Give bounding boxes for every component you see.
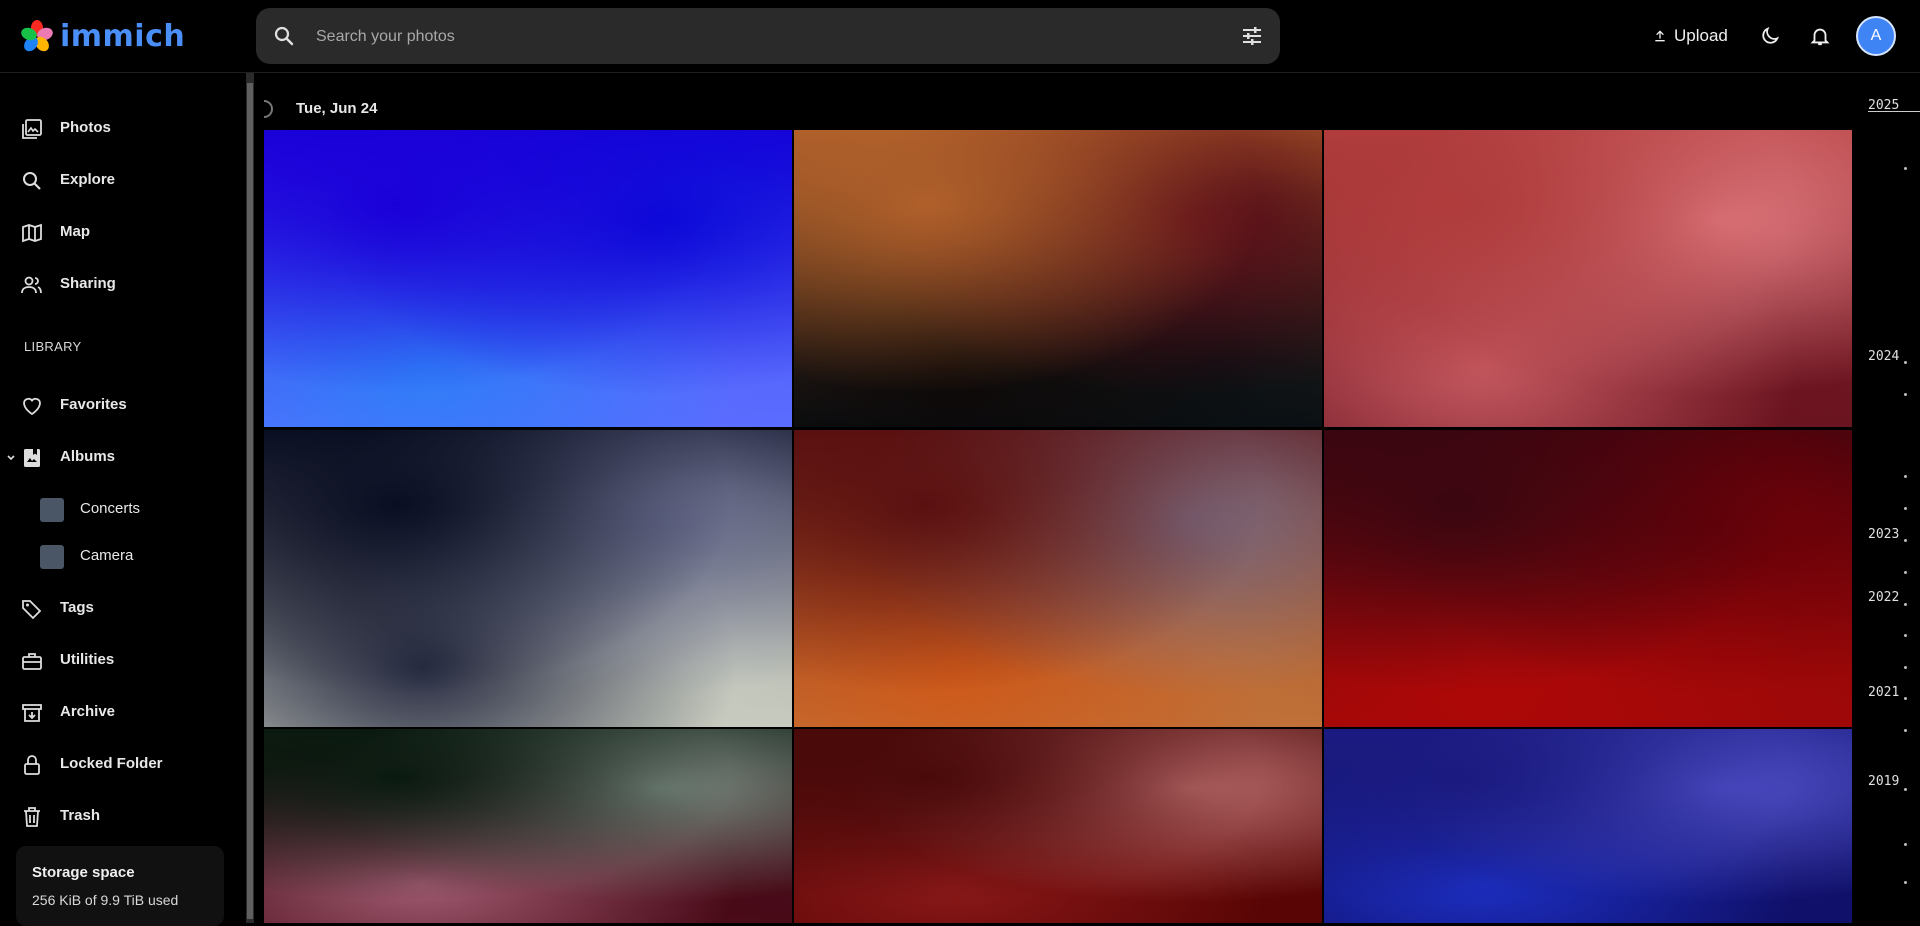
sidebar-item-sharing[interactable]: Sharing [0, 263, 240, 307]
storage-usage: 256 KiB of 9.9 TiB used [32, 892, 179, 908]
timeline-dot[interactable] [1904, 571, 1907, 574]
sidebar-item-archive[interactable]: Archive [0, 691, 240, 735]
toolbox-icon [22, 653, 42, 670]
theme-toggle-button[interactable] [1752, 18, 1788, 54]
avatar[interactable]: A [1856, 16, 1896, 56]
app-name: immich [60, 18, 186, 54]
sidebar: Photos Explore Map Sharing LIBRARY Favor… [0, 73, 246, 926]
scrollbar-thumb[interactable] [247, 83, 253, 919]
sidebar-item-label: Trash [60, 807, 101, 824]
timeline-dot[interactable] [1904, 361, 1907, 364]
photo-thumbnail[interactable] [264, 729, 792, 923]
timeline-dot[interactable] [1904, 666, 1907, 669]
sidebar-item-label: Photos [60, 119, 111, 136]
timeline-dot[interactable] [1904, 475, 1907, 478]
notifications-button[interactable] [1802, 18, 1838, 54]
upload-button[interactable]: Upload [1640, 16, 1740, 56]
sidebar-item-explore[interactable]: Explore [0, 159, 240, 203]
timeline-year[interactable]: 2025 [1868, 98, 1899, 113]
timeline-year[interactable]: 2019 [1868, 774, 1899, 789]
photo-thumbnail[interactable] [1324, 430, 1852, 727]
top-bar: immich Upload A [0, 0, 1920, 73]
album-item-label: Concerts [80, 500, 141, 517]
tag-icon [22, 600, 42, 620]
album-item-camera[interactable]: Camera [0, 535, 240, 579]
photo-thumbnail[interactable] [264, 130, 792, 427]
timeline-dot[interactable] [1904, 393, 1907, 396]
photo-thumbnail[interactable] [264, 430, 792, 727]
sidebar-item-label: Tags [60, 599, 94, 616]
timeline-scrubber[interactable]: 2025 2024 2023 2022 2021 2019 [1856, 73, 1920, 923]
timeline-dot[interactable] [1904, 697, 1907, 700]
album-thumbnail [40, 498, 64, 522]
sidebar-item-label: Favorites [60, 396, 127, 413]
sidebar-item-label: Locked Folder [60, 755, 163, 772]
sidebar-item-favorites[interactable]: Favorites [0, 384, 240, 428]
sidebar-item-photos[interactable]: Photos [0, 107, 240, 151]
album-item-label: Camera [80, 547, 134, 564]
heart-icon [23, 397, 41, 416]
storage-panel: Storage space 256 KiB of 9.9 TiB used [16, 846, 224, 926]
search-bar[interactable] [256, 8, 1280, 66]
album-item-concerts[interactable]: Concerts [0, 488, 240, 532]
timeline-dot[interactable] [1904, 603, 1907, 606]
immich-logo-icon [21, 20, 53, 52]
people-icon [21, 276, 42, 294]
sidebar-item-trash[interactable]: Trash [0, 795, 240, 839]
app-logo[interactable]: immich [20, 18, 185, 54]
archive-icon [22, 704, 42, 722]
photo-thumbnail[interactable] [1324, 130, 1852, 427]
upload-icon [1655, 30, 1665, 42]
timeline-year[interactable]: 2021 [1868, 685, 1899, 700]
photos-icon [22, 119, 42, 139]
search-input[interactable] [314, 8, 1198, 66]
content-scrollbar[interactable] [246, 73, 254, 923]
timeline-year[interactable]: 2023 [1868, 527, 1899, 542]
map-icon [22, 223, 42, 243]
timeline-dot[interactable] [1904, 729, 1907, 732]
lock-icon [24, 755, 40, 775]
sidebar-item-label: Sharing [60, 275, 116, 292]
timeline-dot[interactable] [1904, 788, 1907, 791]
timeline-dot[interactable] [1904, 539, 1907, 542]
sidebar-item-label: Utilities [60, 651, 115, 668]
search-icon[interactable] [272, 24, 296, 48]
search-icon [23, 172, 41, 190]
timeline-dot[interactable] [1904, 881, 1907, 884]
album-thumbnail [40, 545, 64, 569]
sidebar-item-map[interactable]: Map [0, 211, 240, 255]
sidebar-item-label: Explore [60, 171, 116, 188]
photo-thumbnail[interactable] [794, 430, 1322, 727]
select-date-group-icon[interactable] [264, 100, 273, 118]
sidebar-item-label: Map [60, 223, 90, 240]
library-section-label: LIBRARY [24, 339, 82, 354]
timeline-dot[interactable] [1904, 634, 1907, 637]
timeline-dot[interactable] [1904, 843, 1907, 846]
sidebar-item-albums[interactable]: Albums [0, 436, 240, 480]
sidebar-item-label: Albums [60, 448, 116, 465]
tune-icon[interactable] [1240, 24, 1264, 48]
sidebar-item-tags[interactable]: Tags [0, 587, 240, 631]
sidebar-item-utilities[interactable]: Utilities [0, 639, 240, 683]
timeline-dot[interactable] [1904, 167, 1907, 170]
sidebar-item-label: Archive [60, 703, 116, 720]
trash-icon [24, 807, 40, 827]
sidebar-item-locked-folder[interactable]: Locked Folder [0, 743, 240, 787]
timeline-year[interactable]: 2022 [1868, 590, 1899, 605]
chevron-down-icon[interactable] [6, 453, 16, 463]
upload-label: Upload [1674, 26, 1728, 45]
storage-title: Storage space [32, 864, 135, 881]
date-group-title: Tue, Jun 24 [296, 100, 378, 117]
timeline-year[interactable]: 2024 [1868, 349, 1899, 364]
photo-thumbnail[interactable] [794, 130, 1322, 427]
timeline-dot[interactable] [1904, 507, 1907, 510]
moon-icon [1762, 26, 1780, 44]
album-icon [24, 449, 40, 467]
photo-thumbnail[interactable] [1324, 729, 1852, 923]
photo-thumbnail[interactable] [794, 729, 1322, 923]
bell-icon [1810, 28, 1830, 46]
